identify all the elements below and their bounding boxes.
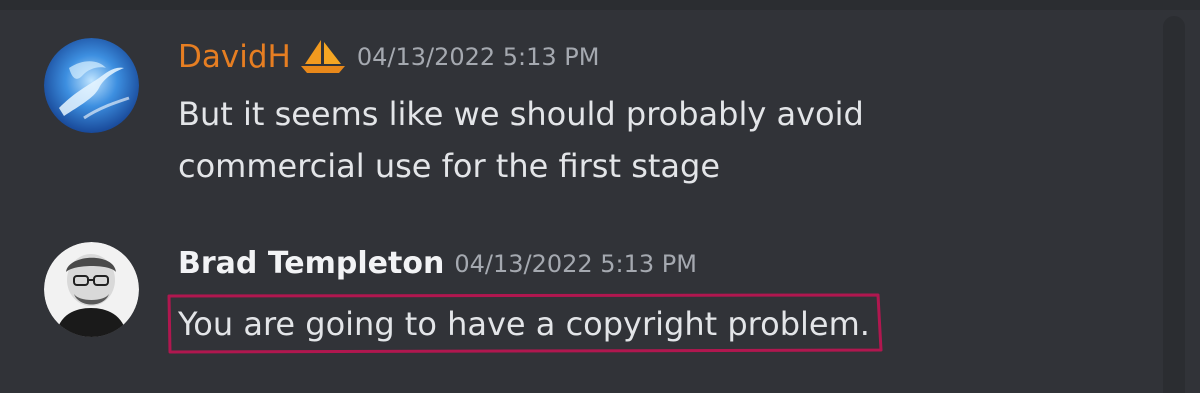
message-brad-templeton[interactable]: Brad Templeton 04/13/2022 5:13 PM You are…	[0, 232, 1140, 362]
message-text: But it seems like we should probably avo…	[178, 95, 864, 185]
message-text: You are going to have a copyright proble…	[178, 305, 870, 343]
message-header: Brad Templeton 04/13/2022 5:13 PM	[178, 246, 697, 281]
timestamp[interactable]: 04/13/2022 5:13 PM	[454, 250, 697, 278]
username-brad-templeton[interactable]: Brad Templeton	[178, 246, 444, 281]
username-davidh[interactable]: DavidH	[178, 39, 291, 75]
chat-message-list: DavidH 04/13/2022 5:13 PM But it seems l…	[0, 0, 1200, 393]
top-divider	[0, 0, 1200, 10]
timestamp[interactable]: 04/13/2022 5:13 PM	[357, 43, 600, 71]
message-davidh[interactable]: DavidH 04/13/2022 5:13 PM But it seems l…	[0, 28, 1140, 198]
scrollbar-track[interactable]	[1163, 16, 1185, 393]
message-header: DavidH 04/13/2022 5:13 PM	[178, 38, 600, 76]
avatar-brad-templeton[interactable]	[44, 242, 139, 337]
sailboat-icon	[299, 38, 347, 76]
avatar-davidh[interactable]	[44, 38, 139, 133]
